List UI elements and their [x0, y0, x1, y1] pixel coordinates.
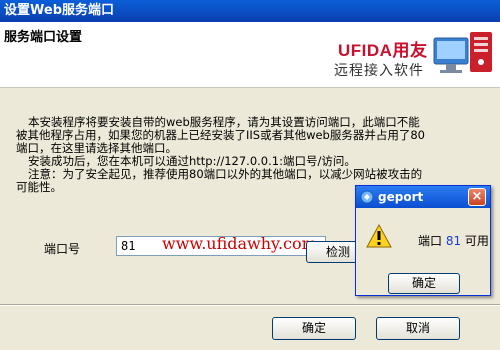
window-titlebar[interactable]: 设置Web服务端口 — [0, 0, 500, 22]
dialog-message: 端口 81 可用 — [418, 232, 489, 249]
dialog-message-prefix: 端口 — [418, 234, 446, 248]
dialog-ok-button[interactable]: 确定 — [388, 273, 460, 294]
brand-tagline: 远程接入软件 — [334, 63, 424, 79]
header-band: 服务端口设置 UFIDA用友 远程接入软件 — [0, 22, 500, 88]
ok-button[interactable]: 确定 — [272, 317, 356, 340]
main-window: 设置Web服务端口 服务端口设置 UFIDA用友 远程接入软件 本安装程序将要安… — [0, 0, 500, 350]
port-available-dialog: geport × 端口 81 可用 确定 — [355, 185, 491, 296]
window-title: 设置Web服务端口 — [4, 3, 114, 18]
watermark-text: www.ufidawhy.com — [162, 234, 317, 253]
dialog-port-value: 81 — [445, 234, 462, 248]
section-title: 服务端口设置 — [4, 30, 83, 45]
intro-text: 本安装程序将要安装自带的web服务程序，请为其设置访问端口，此端口不能 被其他程… — [16, 116, 486, 194]
geport-app-icon — [360, 190, 374, 204]
port-label: 端口号 — [44, 242, 81, 256]
warning-icon — [366, 224, 392, 248]
dialog-title: geport — [378, 190, 424, 204]
brand-logo: UFIDA用友 — [338, 41, 428, 60]
cancel-button[interactable]: 取消 — [376, 317, 460, 340]
footer-divider — [0, 304, 500, 306]
dialog-titlebar[interactable]: geport × — [356, 186, 490, 208]
brand-graphic — [433, 32, 492, 73]
intro-line: 注意：为了安全起见，推荐使用80端口以外的其他端口，以减少网站被攻击的 — [28, 167, 423, 181]
close-icon[interactable]: × — [468, 188, 486, 206]
dialog-message-suffix: 可用 — [461, 234, 489, 248]
